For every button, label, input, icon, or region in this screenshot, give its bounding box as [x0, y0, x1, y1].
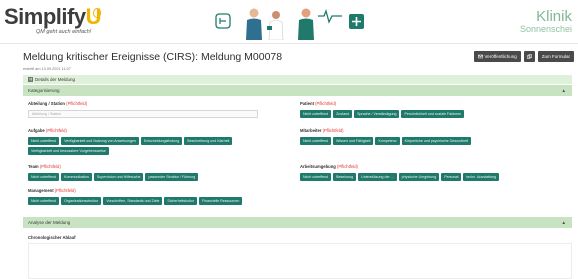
clinic-brand: Klinik Sonnenschei	[520, 9, 572, 35]
field-management: Management (Pflichtfeld) Nicht zutreffen…	[28, 188, 278, 205]
chip-aufgabe-nicht-zutreffend[interactable]: Nicht zutreffend	[28, 137, 60, 145]
lightbulb-icon	[93, 8, 101, 18]
app-header: SimplifyU QM geht auch einfach! Klinik S…	[0, 0, 578, 44]
chip-umgebung-unterstuetzung[interactable]: Unterstützung der ...	[358, 173, 397, 181]
chip-team-nicht-zutreffend[interactable]: Nicht zutreffend	[28, 173, 60, 181]
field-patient: Patient (Pflichtfeld) Nicht zutreffend Z…	[300, 101, 565, 118]
chip-umgebung-personal[interactable]: Personal	[441, 173, 462, 181]
publish-button[interactable]: Veröffentlichung	[473, 51, 521, 62]
required-marker: (Pflichtfeld)	[45, 128, 67, 133]
management-label: Management	[28, 188, 54, 193]
team-label: Team	[28, 164, 39, 169]
chevron-up-icon[interactable]: ▲	[562, 88, 566, 93]
analyse-section-header[interactable]: Analyse der Meldung ▲	[23, 217, 572, 228]
brand-line-2: Sonnenschei	[519, 24, 572, 34]
mitarbeiter-label: Mitarbeiter	[300, 128, 322, 133]
chrono-textarea[interactable]	[28, 243, 572, 279]
brand-line-1: Klinik	[536, 8, 572, 25]
chip-umgebung-physisch[interactable]: physische Umgebung	[398, 173, 440, 181]
chip-management-finanzielle-ressourcen[interactable]: Finanzielle Ressourcen	[198, 197, 243, 205]
logo-main-text: Simplify	[4, 4, 86, 29]
chip-mitarbeiter-gesundheit[interactable]: Körperliche und psychische Gesundheit	[401, 137, 471, 145]
chip-patient-persoenlichkeit[interactable]: Persönlichkeit und soziale Faktoren	[401, 110, 465, 118]
abteilung-input[interactable]: Abteilung / Station	[28, 110, 258, 118]
required-marker: (Pflichtfeld)	[322, 128, 344, 133]
chip-team-supervision[interactable]: Supervision und Hilfesuche	[93, 173, 144, 181]
abteilung-label: Abteilung / Station	[28, 101, 65, 106]
medical-staff-illustration	[215, 8, 364, 40]
required-marker: (Pflichtfeld)	[39, 164, 61, 169]
arbeitsumgebung-label: Arbeitsumgebung	[300, 164, 336, 169]
chip-umgebung-nicht-zutreffend[interactable]: Nicht zutreffend	[300, 173, 332, 181]
chip-management-nicht-zutreffend[interactable]: Nicht zutreffend	[28, 197, 60, 205]
field-arbeitsumgebung: Arbeitsumgebung (Pflichtfeld) Nicht zutr…	[300, 164, 565, 181]
chip-umgebung-besetzung[interactable]: Besetzung	[333, 173, 357, 181]
chip-patient-zustand[interactable]: Zustand	[333, 110, 353, 118]
patient-label: Patient	[300, 101, 314, 106]
chip-management-organisationsstruktur[interactable]: Organisationsstruktur	[61, 197, 102, 205]
chip-team-struktur[interactable]: passender Struktur / Führung	[145, 173, 199, 181]
chip-umgebung-ausstattung[interactable]: techn. Ausstattung	[463, 173, 499, 181]
to-form-label: Zum Formular	[541, 54, 570, 59]
created-meta: erstellt am 13.09.2021 11:07	[23, 67, 71, 71]
copy-icon	[526, 54, 532, 59]
chip-mitarbeiter-nicht-zutreffend[interactable]: Nicht zutreffend	[300, 137, 332, 145]
chrono-label: Chronologischer Ablauf	[28, 235, 76, 240]
table-icon	[28, 77, 33, 82]
chip-aufgabe-vorgehensweise[interactable]: Verfügbarkeit und bewusstere Vorgehenswe…	[28, 147, 109, 155]
copy-button[interactable]	[523, 51, 535, 62]
required-marker: (Pflichtfeld)	[54, 188, 76, 193]
publish-label: Veröffentlichung	[484, 54, 517, 59]
required-marker: (Pflichtfeld)	[66, 101, 88, 106]
field-aufgabe: Aufgabe (Pflichtfeld) Nicht zutreffend V…	[28, 128, 278, 155]
chevron-up-icon[interactable]: ▲	[562, 220, 566, 225]
chip-mitarbeiter-wissen[interactable]: Wissen und Fähigkeit	[333, 137, 374, 145]
kategorisierung-label: Kategorisierung	[28, 88, 60, 93]
field-mitarbeiter: Mitarbeiter (Pflichtfeld) Nicht zutreffe…	[300, 128, 565, 145]
chip-aufgabe-verfuegbarkeit-anweisungen[interactable]: Verfügbarkeit und Nutzung von Anweisunge…	[61, 137, 139, 145]
simplify-logo[interactable]: SimplifyU QM geht auch einfach!	[4, 4, 101, 36]
chip-aufgabe-beschreibung[interactable]: Beschreibung und Klarheit	[184, 137, 233, 145]
chip-team-kommunikation[interactable]: Kommunikation	[61, 173, 92, 181]
field-team: Team (Pflichtfeld) Nicht zutreffend Komm…	[28, 164, 278, 181]
chip-management-vorschriften[interactable]: Vorschriften, Standards und Ziele	[103, 197, 163, 205]
publish-icon	[477, 54, 483, 59]
aufgabe-label: Aufgabe	[28, 128, 45, 133]
logo-tagline: QM geht auch einfach!	[36, 29, 92, 35]
details-section-label: Details der Meldung	[35, 77, 76, 82]
details-section-header[interactable]: Details der Meldung	[23, 75, 572, 84]
to-form-button[interactable]: Zum Formular	[537, 51, 574, 62]
action-bar: Veröffentlichung Zum Formular	[473, 51, 574, 62]
chip-patient-nicht-zutreffend[interactable]: Nicht zutreffend	[300, 110, 332, 118]
chip-aufgabe-entscheidungsfindung[interactable]: Entscheidungsfindung	[140, 137, 183, 145]
required-marker: (Pflichtfeld)	[337, 164, 358, 169]
page-title: Meldung kritischer Ereignisse (CIRS): Me…	[23, 51, 283, 63]
analyse-label: Analyse der Meldung	[28, 220, 71, 225]
required-marker: (Pflichtfeld)	[315, 101, 337, 106]
field-abteilung: Abteilung / Station (Pflichtfeld)	[28, 101, 87, 106]
kategorisierung-section-header[interactable]: Kategorisierung ▲	[23, 85, 572, 96]
chip-mitarbeiter-kompetenz[interactable]: Kompetenz	[375, 137, 400, 145]
chip-patient-sprache[interactable]: Sprache / Verständigung	[354, 110, 400, 118]
chip-management-sicherheitskultur[interactable]: Sicherheitskultur	[164, 197, 197, 205]
